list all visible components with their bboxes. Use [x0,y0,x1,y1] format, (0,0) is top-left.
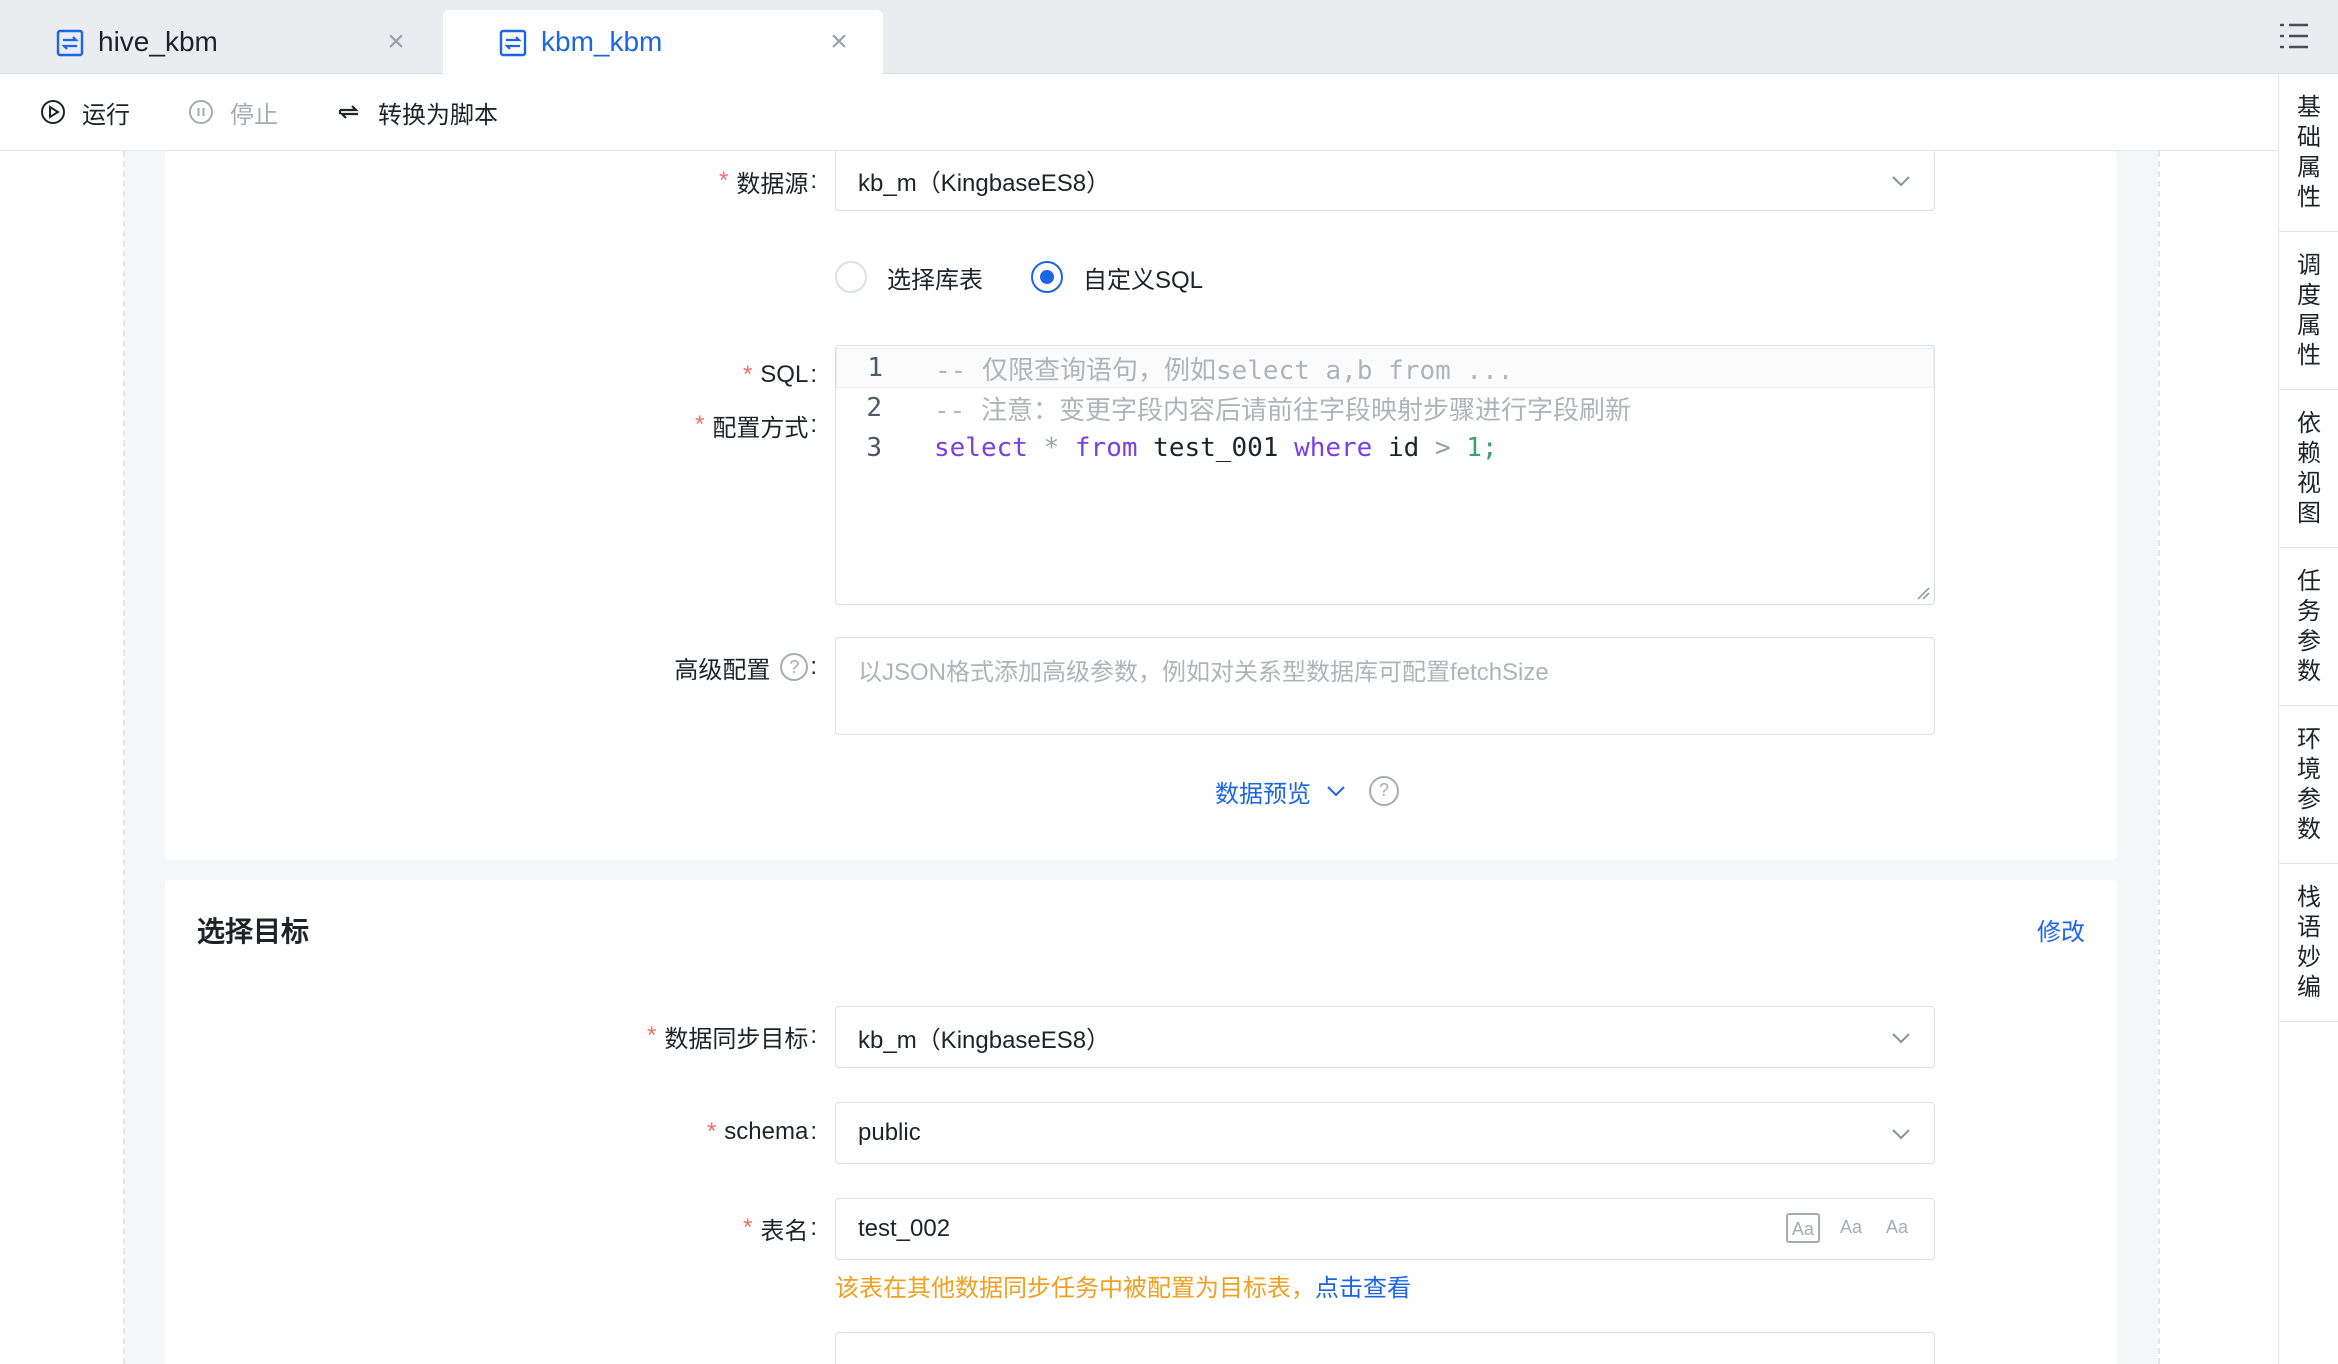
original-case-icon[interactable]: Aa [1785,1213,1820,1243]
table-name-value: test_002 [858,1215,951,1242]
schema-label: * schema : [706,1118,817,1145]
sync-task-icon [499,29,527,57]
tab-hive-kbm[interactable]: hive_kbm × [0,10,440,74]
sync-target-label: * 数据同步目标 : [646,1022,817,1053]
next-field-input[interactable] [835,1332,1935,1364]
schema-select[interactable]: public [835,1102,1935,1164]
convert-label: 转换为脚本 [378,101,498,129]
help-icon[interactable]: ? [1369,776,1399,806]
convert-to-script-button[interactable]: 转换为脚本 [336,92,498,132]
play-icon [41,100,65,124]
chevron-down-icon [1892,1129,1910,1140]
sql-editor[interactable]: 1 -- 仅限查询语句，例如select a,b from ... 2 -- 注… [835,345,1935,605]
sidebar-item-env-params[interactable]: 环 境 参 数 [2279,706,2338,864]
section-title: 选择目标 [197,916,310,947]
advanced-config-textarea[interactable]: 以JSON格式添加高级参数，例如对关系型数据库可配置fetchSize [835,637,1935,735]
chevron-down-icon [1327,786,1345,797]
uppercase-icon[interactable]: Aa [1882,1213,1912,1243]
run-label: 运行 [82,101,130,129]
advanced-config-label: 高级配置 ? : [674,653,817,684]
toolbar: 运行 停止 转换为脚本 [0,74,2278,151]
close-icon[interactable]: × [823,27,855,57]
convert-icon [338,105,359,119]
sql-label: * SQL : [742,361,817,388]
close-icon[interactable]: × [380,27,412,57]
tab-kbm-kbm[interactable]: kbm_kbm × [443,10,883,74]
sidebar-item-dependency-view[interactable]: 依 赖 视 图 [2279,390,2338,548]
table-warning: 该表在其他数据同步任务中被配置为目标表，点击查看 [835,1275,1411,1302]
right-sidebar: 基 础 属 性 调 度 属 性 依 赖 视 图 任 务 参 数 环 境 参 数 … [2278,74,2338,1364]
tab-label: hive_kbm [98,26,218,57]
stop-label: 停止 [230,101,278,129]
code-line: 3 select * from test_001 where id > 1; [866,433,1498,463]
target-config-card: 选择目标 修改 * 数据同步目标 : kb_m（KingbaseES8） * s… [165,880,2117,1364]
radio-circle [1031,261,1063,293]
code-line: 2 -- 注意：变更字段内容后请前往字段映射步骤进行字段刷新 [866,393,1631,426]
datasource-select[interactable]: kb_m（KingbaseES8） [835,151,1935,211]
datasource-label: * 数据源 : [718,167,817,198]
lowercase-icon[interactable]: Aa [1836,1213,1866,1243]
radio-custom-sql[interactable]: 自定义SQL [1031,260,1203,295]
schema-value: public [858,1119,921,1146]
data-preview-toggle[interactable]: 数据预览 ? [1215,771,1399,811]
chevron-down-icon [1892,176,1910,187]
radio-circle [835,261,867,293]
datasource-value: kb_m（KingbaseES8） [858,169,1111,197]
resize-handle-icon[interactable] [1916,586,1930,600]
source-config-card: * 数据源 : kb_m（KingbaseES8） * 配置方式 : 选择库表 … [165,151,2117,860]
stop-button[interactable]: 停止 [188,92,278,132]
sidebar-item-schedule-properties[interactable]: 调 度 属 性 [2279,232,2338,390]
tab-bar: hive_kbm × kbm_kbm × [0,0,2338,74]
case-toggle-group: Aa Aa Aa [1770,1213,1912,1243]
chevron-down-icon [1892,1033,1910,1044]
dashed-divider [123,151,125,1364]
sidebar-item-basic-properties[interactable]: 基 础 属 性 [2279,74,2338,232]
help-icon[interactable]: ? [780,653,809,681]
radio-select-table[interactable]: 选择库表 [835,260,983,295]
sidebar-item-code-assist[interactable]: 栈 语 妙 编 [2279,864,2338,1022]
view-link[interactable]: 点击查看 [1315,1275,1411,1302]
table-name-label: * 表名 : [742,1214,817,1245]
dashed-divider [2158,151,2160,1364]
tab-label: kbm_kbm [541,26,663,57]
table-name-input[interactable]: test_002 Aa Aa Aa [835,1198,1935,1260]
sync-task-icon [56,29,84,57]
edit-link[interactable]: 修改 [2037,912,2085,947]
main-content: * 数据源 : kb_m（KingbaseES8） * 配置方式 : 选择库表 … [0,151,2278,1364]
config-mode-radio-group: 选择库表 自定义SQL [835,257,1251,297]
sync-target-select[interactable]: kb_m（KingbaseES8） [835,1006,1935,1068]
code-line: 1 -- 仅限查询语句，例如select a,b from ... [836,348,1934,388]
list-menu-icon[interactable] [2278,20,2310,52]
config-mode-label: * 配置方式 : [694,411,817,442]
sidebar-item-task-params[interactable]: 任 务 参 数 [2279,548,2338,706]
run-button[interactable]: 运行 [40,92,130,132]
sync-target-value: kb_m（KingbaseES8） [858,1026,1111,1054]
pause-icon [189,100,213,124]
